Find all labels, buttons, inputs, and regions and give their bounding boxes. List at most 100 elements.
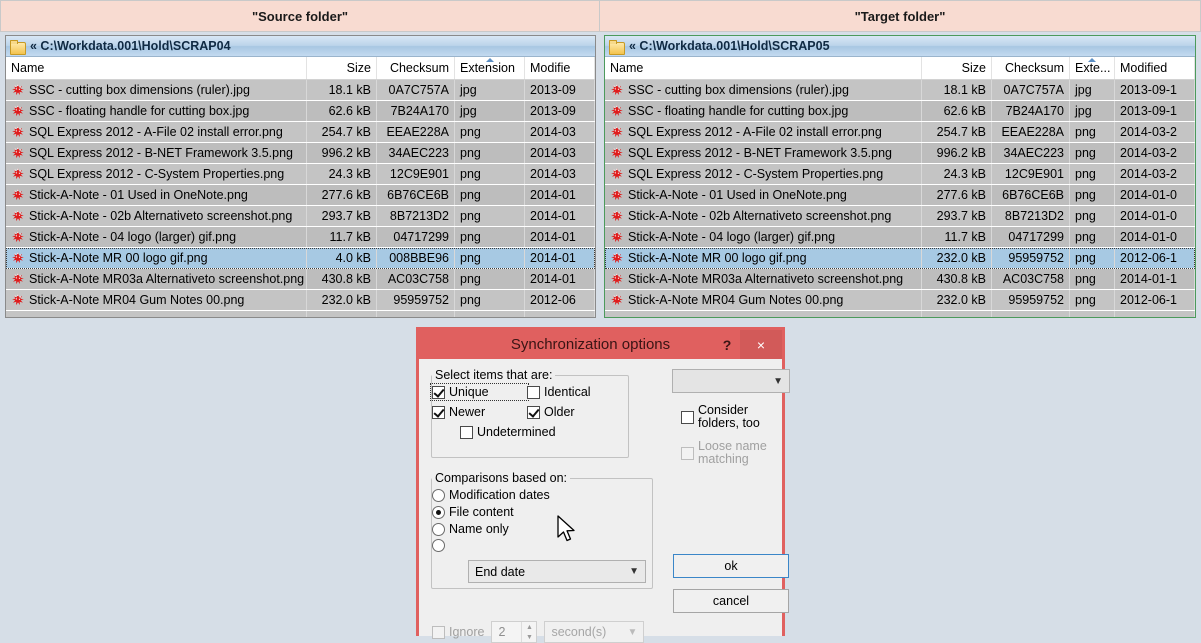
image-file-icon (11, 251, 25, 265)
dialog-body: Select items that are: Unique Identical … (419, 359, 790, 643)
radio-modification-dates[interactable]: Modification dates (432, 488, 652, 502)
table-row[interactable]: Stick-A-Note MR03a Alternativeto screens… (605, 269, 1195, 290)
cancel-button[interactable]: cancel (673, 589, 789, 613)
table-row[interactable]: Stick-A-Note - 02b Alternativeto screens… (6, 206, 595, 227)
cell-checksum: 12C9E901 (992, 164, 1070, 184)
table-row[interactable]: Stick-A-Note - 04 logo (larger) gif.png 1… (6, 227, 595, 248)
table-row[interactable]: Stick-A-Note MR04 Gum Notes 00.png 232.0 … (6, 290, 595, 311)
file-name-label: SQL Express 2012 - A-File 02 install err… (628, 125, 882, 139)
table-row[interactable]: SSC - floating handle for cutting box.jp… (6, 101, 595, 122)
empty-row (605, 311, 1195, 317)
cell-checksum: 6B76CE6B (992, 185, 1070, 205)
column-header-extension[interactable]: Exte... (1070, 57, 1115, 79)
table-row[interactable]: SQL Express 2012 - C-System Properties.p… (6, 164, 595, 185)
table-row[interactable]: SSC - floating handle for cutting box.jp… (605, 101, 1195, 122)
table-row[interactable]: SQL Express 2012 - A-File 02 install err… (6, 122, 595, 143)
cell-extension: png (455, 290, 525, 310)
cell-extension: png (455, 143, 525, 163)
radio-name-only[interactable]: Name only (432, 522, 652, 536)
table-row[interactable]: Stick-A-Note - 01 Used in OneNote.png 277… (605, 185, 1195, 206)
table-row[interactable]: SSC - cutting box dimensions (ruler).jpg… (6, 80, 595, 101)
cell-name: SSC - floating handle for cutting box.jp… (6, 101, 307, 121)
radio-end-date[interactable] (432, 539, 652, 552)
table-row[interactable]: Stick-A-Note MR03a Alternativeto screens… (6, 269, 595, 290)
cell-size: 232.0 kB (922, 248, 992, 268)
cell-modified: 2014-01 (525, 248, 595, 268)
cell-name: SSC - floating handle for cutting box.jp… (605, 101, 922, 121)
column-header-checksum[interactable]: Checksum (377, 57, 455, 79)
checkbox-unique[interactable]: Unique (430, 383, 529, 401)
folder-panels: "Source folder" « C:\Workdata.001\Hold\S… (0, 0, 1201, 320)
close-icon[interactable]: × (740, 330, 782, 359)
target-path-bar[interactable]: « C:\Workdata.001\Hold\SCRAP05 (605, 36, 1195, 57)
file-name-label: Stick-A-Note - 02b Alternativeto screens… (29, 209, 293, 223)
column-header-modified[interactable]: Modifie (525, 57, 595, 79)
cell-checksum: EEAE228A (377, 122, 455, 142)
radio-modification-dates-label: Modification dates (449, 488, 550, 502)
column-header-checksum[interactable]: Checksum (992, 57, 1070, 79)
cell-checksum: 0A7C757A (377, 80, 455, 100)
end-date-dropdown[interactable]: End date ▼ (468, 560, 646, 583)
target-file-list[interactable]: « C:\Workdata.001\Hold\SCRAP05 Name Size… (604, 35, 1196, 318)
cell-extension: png (1070, 143, 1115, 163)
table-row[interactable]: Stick-A-Note - 04 logo (larger) gif.png 1… (605, 227, 1195, 248)
source-path-bar[interactable]: « C:\Workdata.001\Hold\SCRAP04 (6, 36, 595, 57)
file-name-label: SQL Express 2012 - B-NET Framework 3.5.p… (628, 146, 892, 160)
cell-size: 254.7 kB (307, 122, 377, 142)
table-row[interactable]: Stick-A-Note - 01 Used in OneNote.png 277… (6, 185, 595, 206)
column-header-name[interactable]: Name (605, 57, 922, 79)
source-panel-title: "Source folder" (0, 0, 600, 32)
table-row[interactable]: Stick-A-Note MR04 Gum Notes 00.png 232.0 … (605, 290, 1195, 311)
cell-size: 277.6 kB (922, 185, 992, 205)
table-row[interactable]: Stick-A-Note - 02b Alternativeto screens… (605, 206, 1195, 227)
cell-checksum: 12C9E901 (377, 164, 455, 184)
table-row[interactable]: Stick-A-Note MR 00 logo gif.png 232.0 kB 9… (605, 248, 1195, 269)
folder-icon (609, 39, 625, 55)
column-header-size[interactable]: Size (307, 57, 377, 79)
cell-modified: 2014-01-0 (1115, 206, 1195, 226)
table-row[interactable]: SSC - cutting box dimensions (ruler).jpg… (605, 80, 1195, 101)
cell-modified: 2013-09-1 (1115, 80, 1195, 100)
column-header-name[interactable]: Name (6, 57, 307, 79)
cell-name: SQL Express 2012 - B-NET Framework 3.5.p… (6, 143, 307, 163)
checkbox-newer[interactable]: Newer (432, 405, 527, 419)
file-name-label: Stick-A-Note MR04 Gum Notes 00.png (29, 293, 245, 307)
chevron-down-icon: ▼ (629, 566, 639, 577)
chevron-down-icon: ▼ (773, 375, 783, 387)
ignore-value-stepper: 2 ▲ ▼ (491, 621, 538, 643)
file-name-label: Stick-A-Note - 01 Used in OneNote.png (628, 188, 847, 202)
cell-size: 24.3 kB (307, 164, 377, 184)
cell-size: 293.7 kB (307, 206, 377, 226)
source-file-list[interactable]: « C:\Workdata.001\Hold\SCRAP04 Name Size… (5, 35, 596, 318)
cell-extension: jpg (455, 101, 525, 121)
table-row[interactable]: SQL Express 2012 - A-File 02 install err… (605, 122, 1195, 143)
column-header-size[interactable]: Size (922, 57, 992, 79)
image-file-icon (610, 188, 624, 202)
cell-extension: png (455, 248, 525, 268)
checkbox-identical-label: Identical (544, 385, 591, 399)
radio-file-content[interactable]: File content (432, 505, 652, 519)
checkbox-ignore-label: Ignore (449, 625, 485, 639)
mode-dropdown[interactable]: ▼ (672, 369, 790, 393)
help-icon[interactable]: ? (714, 337, 740, 353)
checkbox-undetermined[interactable]: Undetermined (460, 425, 556, 439)
table-row[interactable]: Stick-A-Note MR 00 logo gif.png 4.0 kB 008… (6, 248, 595, 269)
cell-extension: png (1070, 227, 1115, 247)
table-row[interactable]: SQL Express 2012 - C-System Properties.p… (605, 164, 1195, 185)
checkbox-older[interactable]: Older (527, 405, 575, 419)
cell-checksum: 34AEC223 (992, 143, 1070, 163)
cell-size: 277.6 kB (307, 185, 377, 205)
cell-name: Stick-A-Note - 01 Used in OneNote.png (6, 185, 307, 205)
ok-button[interactable]: ok (673, 554, 789, 578)
column-header-extension[interactable]: Extension (455, 57, 525, 79)
table-row[interactable]: SQL Express 2012 - B-NET Framework 3.5.p… (6, 143, 595, 164)
image-file-icon (610, 230, 624, 244)
table-row[interactable]: SQL Express 2012 - B-NET Framework 3.5.p… (605, 143, 1195, 164)
source-rows: SSC - cutting box dimensions (ruler).jpg… (6, 80, 595, 317)
ignore-unit-value: second(s) (551, 625, 607, 639)
column-header-modified[interactable]: Modified (1115, 57, 1195, 79)
checkbox-consider-folders[interactable]: Consider folders, too (681, 404, 776, 430)
stepper-buttons: ▲ ▼ (521, 622, 536, 642)
cell-extension: png (455, 206, 525, 226)
checkbox-identical[interactable]: Identical (527, 385, 591, 399)
